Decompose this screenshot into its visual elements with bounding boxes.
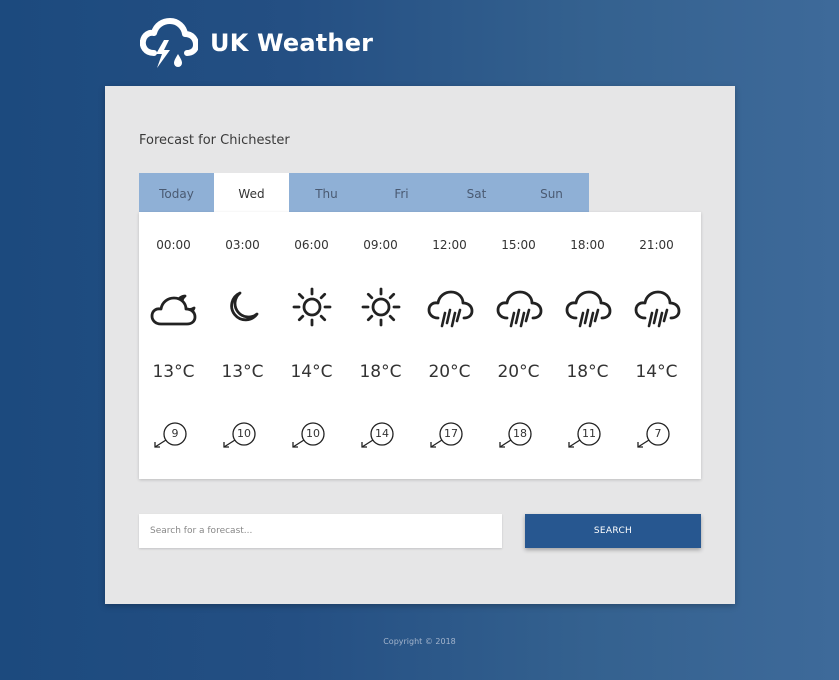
rain-cloud-icon [496,290,543,328]
moon-icon [230,291,259,322]
wind-indicator: 17 [427,419,473,449]
wind-indicator: 9 [151,419,197,449]
footer-copyright: Copyright © 2018 [383,637,456,646]
wind-indicator: 18 [496,419,542,449]
hour-temperature: 13°C [221,362,264,382]
hour-column: 15:00 20°C 18 [484,212,553,479]
sun-icon [292,287,332,327]
hour-time: 12:00 [432,238,467,252]
tab-today[interactable]: Today [139,173,214,212]
wind-indicator: 10 [289,419,335,449]
hour-temperature: 18°C [359,362,402,382]
wind-speed: 7 [654,427,662,440]
hour-column: 03:00 13°C 10 [208,212,277,479]
wind-indicator: 11 [565,419,611,449]
brand: UK Weather [140,16,373,70]
rain-cloud-icon [634,290,681,328]
brand-title: UK Weather [210,29,374,57]
day-tabs: Today Wed Thu Fri Sat Sun [139,173,589,212]
wind-speed: 11 [582,427,596,440]
hour-time: 15:00 [501,238,536,252]
partly-cloudy-night-icon [150,294,197,326]
tab-sun[interactable]: Sun [514,173,589,212]
hour-time: 18:00 [570,238,605,252]
hour-temperature: 14°C [290,362,333,382]
hour-time: 00:00 [156,238,191,252]
rain-cloud-icon [565,290,612,328]
tab-sat[interactable]: Sat [439,173,514,212]
hour-column: 06:00 14°C 10 [277,212,346,479]
sun-icon [361,287,401,327]
wind-speed: 18 [513,427,527,440]
rain-cloud-icon [427,290,474,328]
wind-speed: 10 [237,427,251,440]
hour-temperature: 14°C [635,362,678,382]
wind-speed: 14 [375,427,389,440]
search-button[interactable]: SEARCH [525,514,701,548]
wind-speed: 17 [444,427,458,440]
hourly-forecast-card: 00:00 13°C 9 03:00 13°C 10 06:00 14°C 10… [139,212,701,479]
hour-column: 09:00 18°C 14 [346,212,415,479]
tab-fri[interactable]: Fri [364,173,439,212]
hour-time: 06:00 [294,238,329,252]
search-input[interactable] [139,514,502,548]
hour-temperature: 13°C [152,362,195,382]
hour-temperature: 20°C [497,362,540,382]
forecast-heading: Forecast for Chichester [139,133,290,148]
wind-indicator: 10 [220,419,266,449]
forecast-panel: Forecast for Chichester Today Wed Thu Fr… [105,86,735,604]
tab-thu[interactable]: Thu [289,173,364,212]
wind-speed: 9 [171,427,179,440]
wind-indicator: 14 [358,419,404,449]
tab-wed[interactable]: Wed [214,173,289,212]
hour-column: 00:00 13°C 9 [139,212,208,479]
wind-speed: 10 [306,427,320,440]
hour-column: 18:00 18°C 11 [553,212,622,479]
hour-column: 12:00 20°C 17 [415,212,484,479]
hour-temperature: 18°C [566,362,609,382]
hour-time: 21:00 [639,238,674,252]
wind-indicator: 7 [634,419,680,449]
storm-cloud-icon [140,18,198,68]
hour-temperature: 20°C [428,362,471,382]
hour-column: 21:00 14°C 7 [622,212,691,479]
hour-time: 09:00 [363,238,398,252]
hour-time: 03:00 [225,238,260,252]
